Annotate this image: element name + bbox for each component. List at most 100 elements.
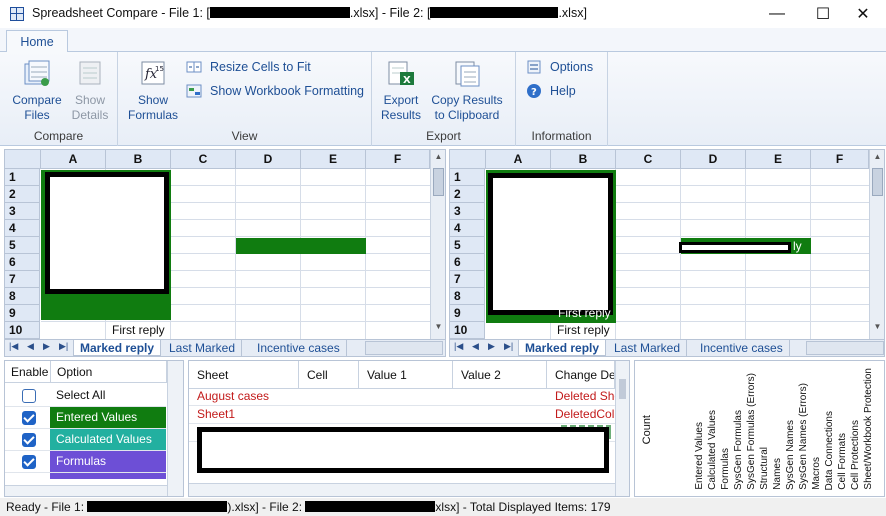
show-formulas-button[interactable]: fx 15 Show Formulas <box>124 58 182 123</box>
grid-corner[interactable] <box>450 150 486 169</box>
row-header-5[interactable]: 5 <box>5 237 40 254</box>
row-header-6[interactable]: 6 <box>450 254 485 271</box>
column-header-f[interactable]: F <box>366 150 430 169</box>
results-header-value2[interactable]: Value 2 <box>453 361 547 389</box>
row-header-3[interactable]: 3 <box>450 203 485 220</box>
copy-results-button[interactable]: Copy Results to Clipboard <box>430 58 504 123</box>
option-row-select-all[interactable]: Select All <box>5 385 166 407</box>
row-header-6[interactable]: 6 <box>5 254 40 271</box>
show-workbook-formatting-button[interactable]: Show Workbook Formatting <box>186 82 364 100</box>
row-header-1[interactable]: 1 <box>450 169 485 186</box>
row-header-7[interactable]: 7 <box>450 271 485 288</box>
row-header-1[interactable]: 1 <box>5 169 40 186</box>
vertical-scrollbar[interactable]: ▲ ▼ <box>869 150 884 340</box>
results-scroll-thumb[interactable] <box>619 379 626 399</box>
results-header-sheet[interactable]: Sheet <box>189 361 299 389</box>
result-row-2-sheet[interactable]: Sheet1 <box>189 405 299 423</box>
row-header-10[interactable]: 10 <box>5 322 40 339</box>
column-header-d[interactable]: D <box>681 150 746 169</box>
compare-files-button[interactable]: Compare Files <box>8 58 66 123</box>
horizontal-scrollbar[interactable] <box>365 341 443 355</box>
options-scrollbar[interactable] <box>167 361 183 496</box>
next-sheet-icon[interactable]: ▶ <box>488 341 495 352</box>
sheet-tab-incentive-cases[interactable]: Incentive cases <box>694 340 790 356</box>
next-sheet-icon[interactable]: ▶ <box>43 341 50 352</box>
options-button[interactable]: Options <box>526 58 593 76</box>
column-header-b[interactable]: B <box>551 150 616 169</box>
select-all-checkbox[interactable] <box>22 389 36 403</box>
enable-column-header[interactable]: Enable <box>5 361 51 383</box>
column-header-f[interactable]: F <box>811 150 869 169</box>
option-row-calculated-values[interactable]: Calculated Values <box>5 429 166 451</box>
results-header-change-description[interactable]: Change Des <box>547 361 615 389</box>
column-header-c[interactable]: C <box>616 150 681 169</box>
result-row-1-sheet[interactable]: August cases <box>189 387 299 405</box>
row-header-8[interactable]: 8 <box>450 288 485 305</box>
results-header-value1[interactable]: Value 1 <box>359 361 453 389</box>
close-button[interactable]: ✕ <box>840 0 886 28</box>
result-row-1-change[interactable]: Deleted She <box>547 387 615 405</box>
file2-grid-pane[interactable]: A B C D E F 1 2 3 4 5 6 7 8 9 10 First r… <box>449 149 885 357</box>
row-header-10[interactable]: 10 <box>450 322 485 339</box>
column-header-e[interactable]: E <box>746 150 811 169</box>
prev-sheet-icon[interactable]: ◀ <box>27 341 34 352</box>
sheet-tab-marked-reply[interactable]: Marked reply <box>518 340 607 356</box>
row-header-9[interactable]: 9 <box>5 305 40 322</box>
option-row-formulas[interactable]: Formulas <box>5 451 166 473</box>
option-row-entered-values[interactable]: Entered Values <box>5 407 166 429</box>
scroll-thumb[interactable] <box>433 168 444 196</box>
sheet-tab-marked-reply[interactable]: Marked reply <box>73 340 162 356</box>
scroll-down-icon[interactable]: ▼ <box>872 322 883 336</box>
column-header-c[interactable]: C <box>171 150 236 169</box>
calculated-values-checkbox[interactable] <box>22 433 36 447</box>
tab-home[interactable]: Home <box>6 30 68 53</box>
results-header-cell[interactable]: Cell <box>299 361 359 389</box>
scroll-thumb[interactable] <box>872 168 883 196</box>
copy-results-label: Copy Results to Clipboard <box>431 93 503 122</box>
sheet-tab-last-marked[interactable]: Last Marked <box>163 340 243 356</box>
minimize-button[interactable]: — <box>754 0 800 28</box>
row-header-3[interactable]: 3 <box>5 203 40 220</box>
changed-row-highlight[interactable] <box>236 238 366 254</box>
option-column-header[interactable]: Option <box>51 361 167 383</box>
results-scrollbar[interactable] <box>615 361 629 496</box>
prev-sheet-icon[interactable]: ◀ <box>472 341 479 352</box>
gridline <box>680 169 681 339</box>
row-header-7[interactable]: 7 <box>5 271 40 288</box>
entered-values-checkbox[interactable] <box>22 411 36 425</box>
horizontal-scrollbar[interactable] <box>806 341 884 355</box>
export-results-button[interactable]: X Export Results <box>378 58 424 123</box>
first-sheet-icon[interactable]: |◀ <box>9 341 18 352</box>
first-sheet-icon[interactable]: |◀ <box>454 341 463 352</box>
show-details-button[interactable]: Show Details <box>66 58 114 123</box>
last-sheet-icon[interactable]: ▶| <box>59 341 68 352</box>
row-header-8[interactable]: 8 <box>5 288 40 305</box>
file1-grid-pane[interactable]: A B C D E F 1 2 3 4 5 6 7 8 9 10 First r… <box>4 149 446 357</box>
row-header-4[interactable]: 4 <box>450 220 485 237</box>
column-header-a[interactable]: A <box>486 150 551 169</box>
help-button[interactable]: ? Help <box>526 82 576 100</box>
sheet-tab-incentive-cases[interactable]: Incentive cases <box>251 340 347 356</box>
vertical-scrollbar[interactable]: ▲ ▼ <box>430 150 445 340</box>
column-header-b[interactable]: B <box>106 150 171 169</box>
scroll-up-icon[interactable]: ▲ <box>872 152 883 166</box>
column-header-a[interactable]: A <box>41 150 106 169</box>
row-header-2[interactable]: 2 <box>450 186 485 203</box>
results-hscrollbar[interactable] <box>189 483 615 496</box>
column-header-e[interactable]: E <box>301 150 366 169</box>
gridline <box>365 169 366 339</box>
result-row-2-change[interactable]: DeletedColu <box>547 405 615 423</box>
row-header-9[interactable]: 9 <box>450 305 485 322</box>
formulas-checkbox[interactable] <box>22 455 36 469</box>
row-header-5[interactable]: 5 <box>450 237 485 254</box>
scroll-down-icon[interactable]: ▼ <box>433 322 444 336</box>
row-header-4[interactable]: 4 <box>5 220 40 237</box>
sheet-tab-last-marked[interactable]: Last Marked <box>608 340 688 356</box>
options-hscrollbar[interactable] <box>5 485 167 496</box>
grid-corner[interactable] <box>5 150 41 169</box>
last-sheet-icon[interactable]: ▶| <box>504 341 513 352</box>
row-header-2[interactable]: 2 <box>5 186 40 203</box>
resize-cells-button[interactable]: Resize Cells to Fit <box>186 58 311 76</box>
scroll-up-icon[interactable]: ▲ <box>433 152 444 166</box>
column-header-d[interactable]: D <box>236 150 301 169</box>
